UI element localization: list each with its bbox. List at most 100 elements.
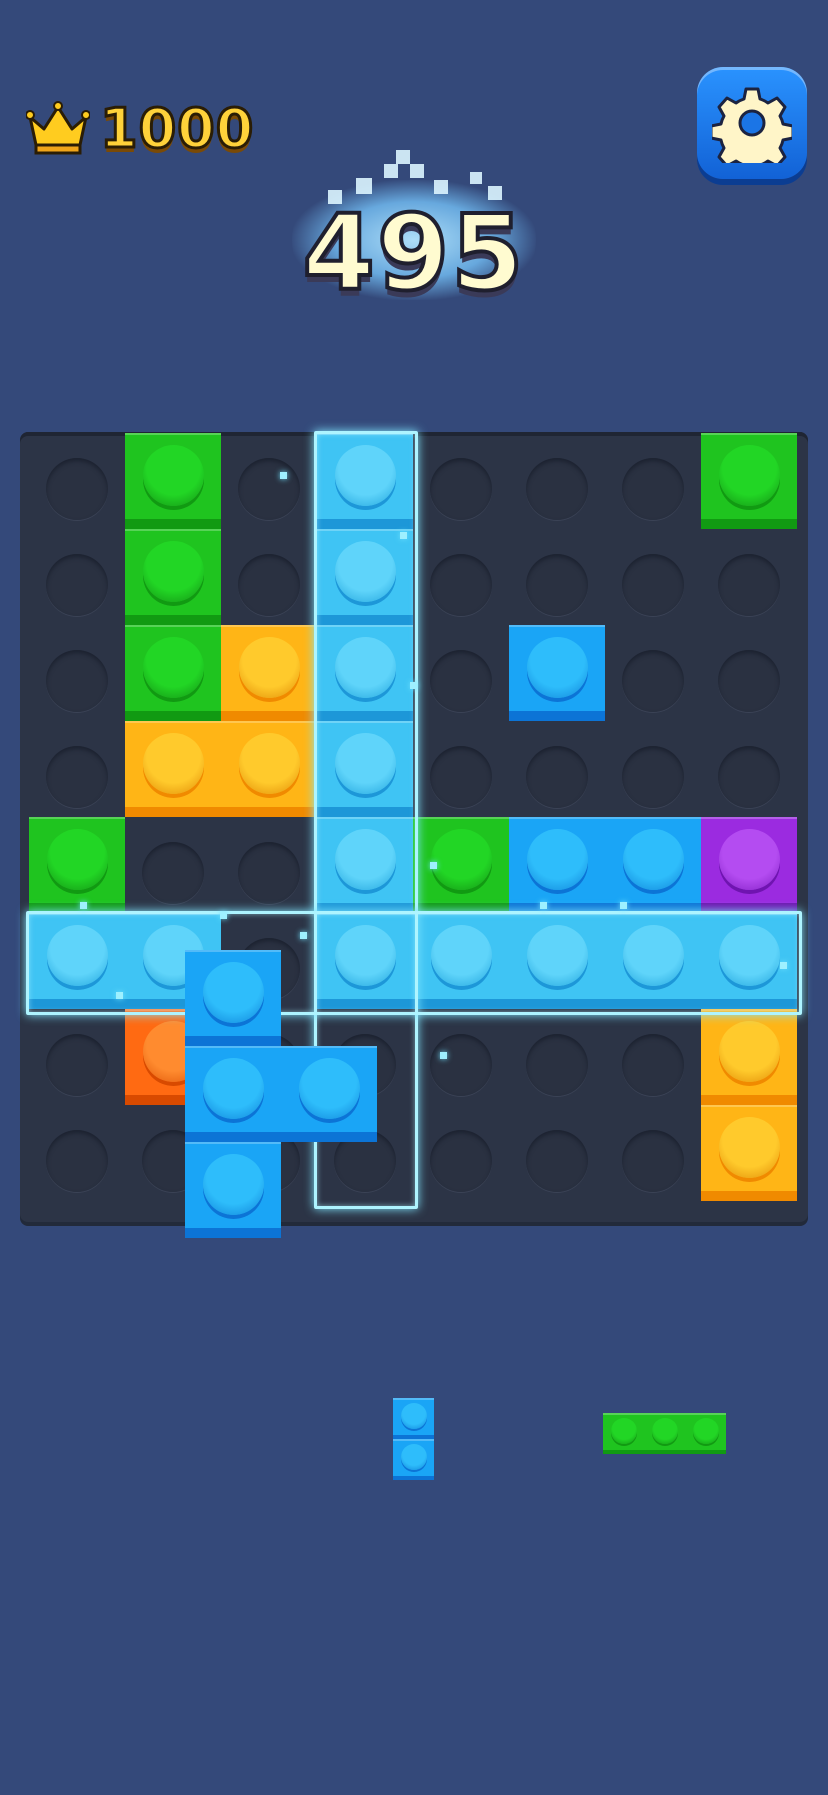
block-green: [125, 625, 221, 721]
block-light-blue: [29, 913, 125, 1009]
sparkle: [80, 902, 87, 909]
empty-slot: [46, 746, 108, 808]
stud: [335, 829, 396, 890]
sparkle: [220, 912, 227, 919]
empty-slot: [238, 842, 300, 904]
empty-slot: [622, 458, 684, 520]
stud: [431, 829, 492, 890]
stud: [652, 1418, 678, 1444]
block-blue: [509, 817, 605, 913]
dragged-block: [281, 1046, 377, 1142]
empty-slot: [238, 458, 300, 520]
dragged-block: [185, 1142, 281, 1238]
stud: [335, 637, 396, 698]
block-yellow: [221, 625, 317, 721]
block-yellow: [221, 721, 317, 817]
stud: [143, 541, 204, 602]
tray-block: [685, 1413, 726, 1454]
empty-slot: [622, 746, 684, 808]
block-light-blue: [413, 913, 509, 1009]
empty-slot: [526, 1034, 588, 1096]
current-score-value: 495: [300, 190, 526, 316]
stud: [719, 1117, 780, 1178]
stud: [719, 925, 780, 986]
stud: [203, 962, 264, 1023]
empty-slot: [430, 458, 492, 520]
score-particle: [396, 150, 410, 164]
empty-slot: [526, 746, 588, 808]
empty-slot: [46, 1130, 108, 1192]
tray-block: [393, 1439, 434, 1480]
dragged-block: [185, 950, 281, 1046]
empty-slot: [526, 458, 588, 520]
stud: [299, 1058, 360, 1119]
stud: [335, 733, 396, 794]
stud: [143, 733, 204, 794]
block-yellow: [701, 1105, 797, 1201]
block-light-blue: [605, 913, 701, 1009]
sparkle: [280, 472, 287, 479]
stud: [527, 925, 588, 986]
sparkle: [300, 932, 307, 939]
stud: [401, 1444, 427, 1470]
stud: [623, 925, 684, 986]
crown-icon: [26, 101, 90, 155]
empty-slot: [718, 746, 780, 808]
empty-slot: [718, 554, 780, 616]
empty-slot: [430, 554, 492, 616]
sparkle: [780, 962, 787, 969]
dragged-block: [185, 1046, 281, 1142]
stud: [143, 637, 204, 698]
stud: [335, 541, 396, 602]
score-particle: [410, 164, 424, 178]
empty-slot: [238, 554, 300, 616]
tray-block: [644, 1413, 685, 1454]
sparkle: [620, 902, 627, 909]
block-light-blue: [317, 817, 413, 913]
game-screen: 1000 495: [0, 0, 828, 1795]
block-green: [701, 433, 797, 529]
best-score-value: 1000: [98, 95, 255, 161]
empty-slot: [46, 1034, 108, 1096]
empty-slot: [526, 554, 588, 616]
block-purple: [701, 817, 797, 913]
empty-slot: [430, 1034, 492, 1096]
gear-icon: [712, 87, 792, 163]
stud: [47, 829, 108, 890]
score-particle: [470, 172, 482, 184]
sparkle: [540, 902, 547, 909]
block-light-blue: [317, 625, 413, 721]
block-green: [125, 433, 221, 529]
empty-slot: [526, 1130, 588, 1192]
empty-slot: [718, 650, 780, 712]
stud: [719, 445, 780, 506]
stud: [335, 925, 396, 986]
sparkle: [116, 992, 123, 999]
empty-slot: [430, 650, 492, 712]
empty-slot: [622, 1130, 684, 1192]
sparkle: [410, 682, 417, 689]
block-light-blue: [317, 529, 413, 625]
game-board[interactable]: [20, 431, 808, 1222]
stud: [203, 1058, 264, 1119]
stud: [47, 925, 108, 986]
block-green: [29, 817, 125, 913]
stud: [143, 445, 204, 506]
empty-slot: [46, 458, 108, 520]
best-score: 1000: [26, 95, 255, 161]
block-blue: [509, 625, 605, 721]
stud: [527, 829, 588, 890]
stud: [527, 637, 588, 698]
empty-slot: [46, 650, 108, 712]
stud: [401, 1403, 427, 1429]
sparkle: [440, 1052, 447, 1059]
empty-slot: [430, 746, 492, 808]
block-light-blue: [701, 913, 797, 1009]
block-blue: [605, 817, 701, 913]
stud: [239, 733, 300, 794]
block-yellow: [701, 1009, 797, 1105]
empty-slot: [622, 554, 684, 616]
stud: [239, 637, 300, 698]
stud: [623, 829, 684, 890]
settings-button[interactable]: [697, 67, 807, 179]
